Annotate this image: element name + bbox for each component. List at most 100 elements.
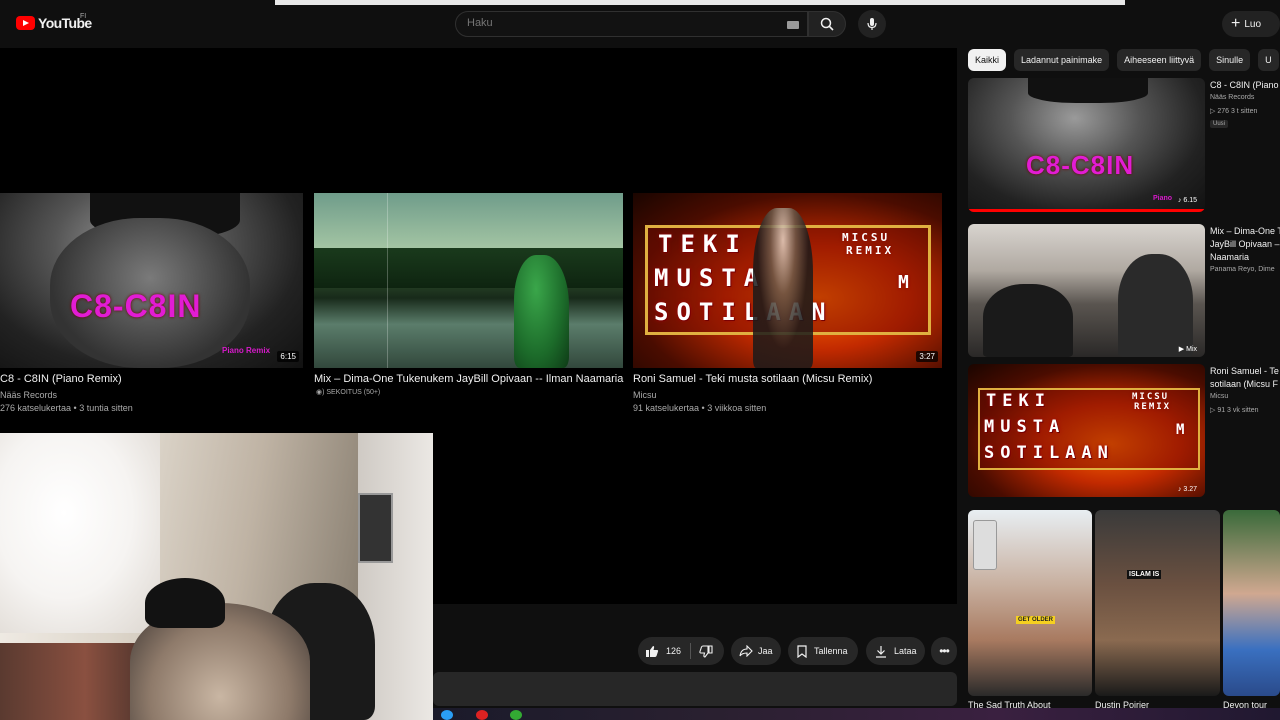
like-button[interactable]: 126 — [638, 645, 681, 658]
overlay-line-3: SOTILAAN — [984, 443, 1114, 463]
oven — [358, 493, 393, 563]
save-label: Tallenna — [814, 646, 848, 656]
video-duration: ♪ 3.27 — [1177, 486, 1197, 493]
sidebar-title-2-line1[interactable]: Mix – Dima-One T — [1210, 225, 1280, 237]
mix-badge: ▶ Mix — [1178, 346, 1197, 353]
overlay-remix-1: MICSU — [1132, 392, 1170, 402]
description-box[interactable] — [433, 672, 957, 706]
chip-kaikki[interactable]: Kaikki — [968, 49, 1007, 71]
person-figure — [1118, 254, 1193, 357]
bookmark-icon — [797, 644, 807, 658]
overlay-remix-2: REMIX — [1134, 402, 1172, 412]
endscreen-video-3[interactable]: TEKI MUSTA SOTILAAN MICSU REMIX M 3:27 — [633, 193, 942, 368]
keyboard-icon[interactable] — [787, 21, 799, 29]
short-badge: GET OLDER — [1016, 616, 1056, 624]
overlay-line-1: TEKI — [986, 391, 1051, 411]
new-badge: Uusi — [1210, 120, 1229, 128]
streamer-cap — [145, 578, 225, 628]
short-badge: ISLAM IS — [1127, 570, 1162, 579]
overlay-line-2: MUSTA — [984, 417, 1066, 437]
sidebar-channel-3[interactable]: Micsu — [1210, 393, 1228, 400]
save-button[interactable]: Tallenna — [788, 637, 858, 665]
short-3[interactable] — [1223, 510, 1280, 696]
share-label: Jaa — [758, 646, 773, 656]
chip-sinulle[interactable]: Sinulle — [1209, 49, 1251, 71]
youtube-play-icon — [16, 16, 35, 30]
endscreen-channel-3[interactable]: Micsu — [633, 390, 657, 400]
download-label: Lataa — [894, 646, 917, 656]
sidebar-chip-bar: Kaikki Ladannut painimake Aiheeseen liit… — [968, 49, 1279, 71]
endscreen-channel-2[interactable]: ◉) SEKOITUS (50+) — [316, 388, 380, 396]
sunglasses — [1028, 78, 1148, 103]
sidebar-title-1[interactable]: C8 - C8IN (Piano — [1210, 79, 1280, 91]
more-actions-button[interactable]: ••• — [931, 637, 957, 665]
endscreen-channel-2-label: SEKOITUS (50+) — [326, 389, 381, 396]
short-title-3[interactable]: Devon tour — [1223, 700, 1280, 710]
taskbar-app-icon[interactable] — [441, 710, 453, 720]
tablet-shape — [973, 520, 997, 570]
microphone-icon — [867, 18, 877, 30]
chip-ladannut[interactable]: Ladannut painimake — [1014, 49, 1110, 71]
like-count: 126 — [666, 646, 682, 656]
loading-bar — [275, 0, 1125, 5]
sidebar-video-1[interactable]: C8-C8IN Piano ♪ 6.15 C8 - C8IN (Piano Nä… — [968, 78, 1280, 214]
taskbar-app-icon[interactable] — [476, 710, 488, 720]
bright-window — [0, 433, 160, 633]
overlay-remix-1: MICSU — [842, 231, 891, 244]
title-frame: TEKI MUSTA SOTILAAN MICSU REMIX M — [978, 388, 1200, 470]
search-box[interactable] — [455, 11, 808, 37]
endscreen-title-3[interactable]: Roni Samuel - Teki musta sotilaan (Micsu… — [633, 373, 872, 385]
endscreen-video-2[interactable] — [314, 193, 623, 368]
endscreen-channel-1[interactable]: Nääs Records — [0, 390, 57, 400]
search-input[interactable] — [467, 17, 767, 29]
mix-icon: ◉) — [316, 389, 327, 396]
video-duration: 3:27 — [916, 351, 938, 362]
thumbnail-overlay-sub: Piano Remix — [222, 346, 271, 355]
share-button[interactable]: Jaa — [731, 637, 781, 665]
create-label: Luo — [1244, 18, 1262, 30]
singer-figure — [753, 208, 813, 368]
shorts-shelf: GET OLDER ISLAM IS — [968, 510, 1280, 696]
sidebar-thumbnail-3[interactable]: TEKI MUSTA SOTILAAN MICSU REMIX M ♪ 3.27 — [968, 364, 1205, 497]
thumbnail-overlay-sub: Piano — [1153, 195, 1173, 202]
download-button[interactable]: Lataa — [866, 637, 925, 665]
sidebar-thumbnail-2[interactable]: ▶ Mix — [968, 224, 1205, 357]
create-button[interactable]: + Luo — [1222, 11, 1280, 37]
sidebar-channel-2[interactable]: Panama Reyo, Dime — [1210, 266, 1275, 273]
search-button[interactable] — [808, 11, 846, 37]
short-1[interactable]: GET OLDER — [968, 510, 1092, 696]
treeline — [314, 248, 623, 288]
sidebar-video-2[interactable]: ▶ Mix Mix – Dima-One T JayBill Opivaan –… — [968, 224, 1280, 358]
taskbar-app-icon[interactable] — [510, 710, 522, 720]
short-2[interactable]: ISLAM IS — [1095, 510, 1220, 696]
endscreen-title-2[interactable]: Mix – Dima-One Tukenukem JayBill Opivaan… — [314, 373, 623, 385]
share-icon — [739, 645, 753, 657]
sidebar-title-2-line3[interactable]: Naamaria — [1210, 251, 1280, 263]
chip-more[interactable]: U — [1258, 49, 1279, 71]
plus-icon: + — [1231, 15, 1241, 32]
endscreen-stats-1: 276 katselukertaa • 3 tuntia sitten — [0, 403, 133, 413]
overlay-mark: M — [898, 272, 912, 293]
like-dislike-group: 126 — [638, 637, 724, 665]
person-figure — [983, 284, 1073, 357]
chip-aiheeseen[interactable]: Aiheeseen liittyvä — [1117, 49, 1202, 71]
sidebar-title-2-line2[interactable]: JayBill Opivaan – — [1210, 238, 1280, 250]
sidebar-video-3[interactable]: TEKI MUSTA SOTILAAN MICSU REMIX M ♪ 3.27… — [968, 364, 1280, 498]
search-icon — [820, 17, 834, 31]
voice-search-button[interactable] — [858, 10, 886, 38]
short-title-2[interactable]: Dustin Poirier — [1095, 700, 1220, 710]
sidebar-title-3-line2[interactable]: sotilaan (Micsu F — [1210, 378, 1280, 390]
sidebar-channel-1[interactable]: Nääs Records — [1210, 94, 1254, 101]
short-title-1[interactable]: The Sad Truth About — [968, 700, 1092, 710]
endscreen-title-1[interactable]: C8 - C8IN (Piano Remix) — [0, 373, 122, 385]
dislike-button[interactable] — [691, 644, 713, 658]
thumbnail-overlay-text: C8-C8IN — [1026, 150, 1135, 180]
endscreen-video-1[interactable]: C8-C8IN Piano Remix 6:15 — [0, 193, 303, 368]
more-horiz-icon: ••• — [939, 644, 950, 658]
sidebar-stats-1: ▷ 276 3 t sitten — [1210, 108, 1258, 115]
overlay-line-2: MUSTA — [654, 264, 767, 292]
overlay-line-1: TEKI — [658, 230, 748, 258]
sidebar-thumbnail-1[interactable]: C8-C8IN Piano ♪ 6.15 — [968, 78, 1205, 212]
sidebar-title-3-line1[interactable]: Roni Samuel - Te — [1210, 365, 1280, 377]
thumbs-up-icon — [646, 645, 659, 657]
